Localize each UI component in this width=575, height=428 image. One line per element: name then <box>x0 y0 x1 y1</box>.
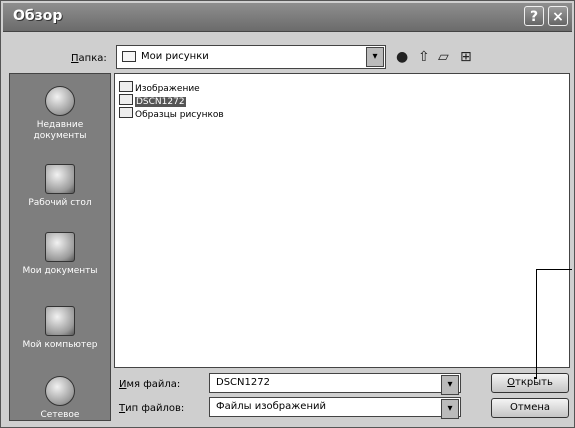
lookin-label-accel: П <box>71 53 79 64</box>
view-menu-icon[interactable]: ⊞ <box>460 49 472 65</box>
place-label: Сетевое <box>40 410 80 420</box>
up-folder-icon[interactable]: ⇧ <box>418 49 430 65</box>
new-folder-icon[interactable]: ▱ <box>438 49 449 65</box>
filetype-value: Файлы изображений <box>216 401 326 412</box>
desktop-icon <box>45 164 75 194</box>
close-button[interactable]: × <box>548 6 568 26</box>
filetype-label: Тип файлов: <box>119 403 184 414</box>
help-button[interactable]: ? <box>524 6 544 26</box>
clock-icon <box>45 86 75 116</box>
filename-label-text: мя файла: <box>126 379 181 390</box>
list-item[interactable]: Изображение <box>119 81 200 94</box>
filetype-select[interactable]: Файлы изображений ▾ <box>209 397 461 419</box>
image-file-icon <box>119 94 133 105</box>
open-button[interactable]: Открыть <box>491 373 569 393</box>
documents-folder-icon <box>45 232 75 262</box>
place-network[interactable]: Сетевое <box>10 376 110 420</box>
folder-icon <box>122 51 136 62</box>
chevron-down-icon[interactable]: ▾ <box>366 47 384 67</box>
item-label: DSCN1272 <box>135 97 186 107</box>
place-recent-documents[interactable]: Недавние документы <box>10 86 110 142</box>
item-label: Изображение <box>135 84 200 94</box>
computer-icon <box>45 306 75 336</box>
lookin-label-text: апка: <box>78 53 107 64</box>
open-button-accel: О <box>507 377 516 388</box>
filename-label: Имя файла: <box>119 379 180 390</box>
file-list[interactable]: Изображение DSCN1272 Образцы рисунков <box>114 73 570 368</box>
place-label: Мой компьютер <box>22 340 98 350</box>
lookin-label: Папка: <box>71 53 107 64</box>
place-label: Рабочий стол <box>28 198 92 208</box>
folder-icon <box>119 81 133 92</box>
chevron-down-icon[interactable]: ▾ <box>441 375 459 395</box>
open-dialog: Обзор ? × Папка: Мои рисунки ▾ ● ⇧ ▱ ⊞ Н… <box>0 0 575 428</box>
chevron-down-icon[interactable]: ▾ <box>441 399 459 419</box>
list-item[interactable]: Образцы рисунков <box>119 107 224 120</box>
title-bar: Обзор ? × <box>3 3 572 32</box>
back-icon[interactable]: ● <box>396 49 408 65</box>
window-title: Обзор <box>13 8 63 24</box>
filetype-label-text: ип файлов: <box>125 403 185 414</box>
place-my-computer[interactable]: Мой компьютер <box>10 306 110 351</box>
filename-value: DSCN1272 <box>216 377 270 388</box>
callout-line <box>536 269 537 379</box>
place-label: Мои документы <box>22 266 98 276</box>
list-item[interactable]: DSCN1272 <box>119 94 186 107</box>
places-bar: Недавние документы Рабочий стол Мои доку… <box>9 73 111 421</box>
cancel-button[interactable]: Отмена <box>491 398 569 418</box>
folder-icon <box>119 107 133 118</box>
filename-input[interactable]: DSCN1272 ▾ <box>209 373 461 395</box>
callout-line <box>534 377 536 379</box>
network-globe-icon <box>45 376 75 406</box>
cancel-button-label: Отмена <box>509 402 551 413</box>
item-label: Образцы рисунков <box>135 110 224 120</box>
callout-line <box>536 269 572 270</box>
lookin-combo[interactable]: Мои рисунки ▾ <box>116 45 386 69</box>
place-my-documents[interactable]: Мои документы <box>10 232 110 277</box>
place-desktop[interactable]: Рабочий стол <box>10 164 110 209</box>
lookin-value: Мои рисунки <box>141 51 209 62</box>
place-label: Недавние документы <box>33 120 87 141</box>
